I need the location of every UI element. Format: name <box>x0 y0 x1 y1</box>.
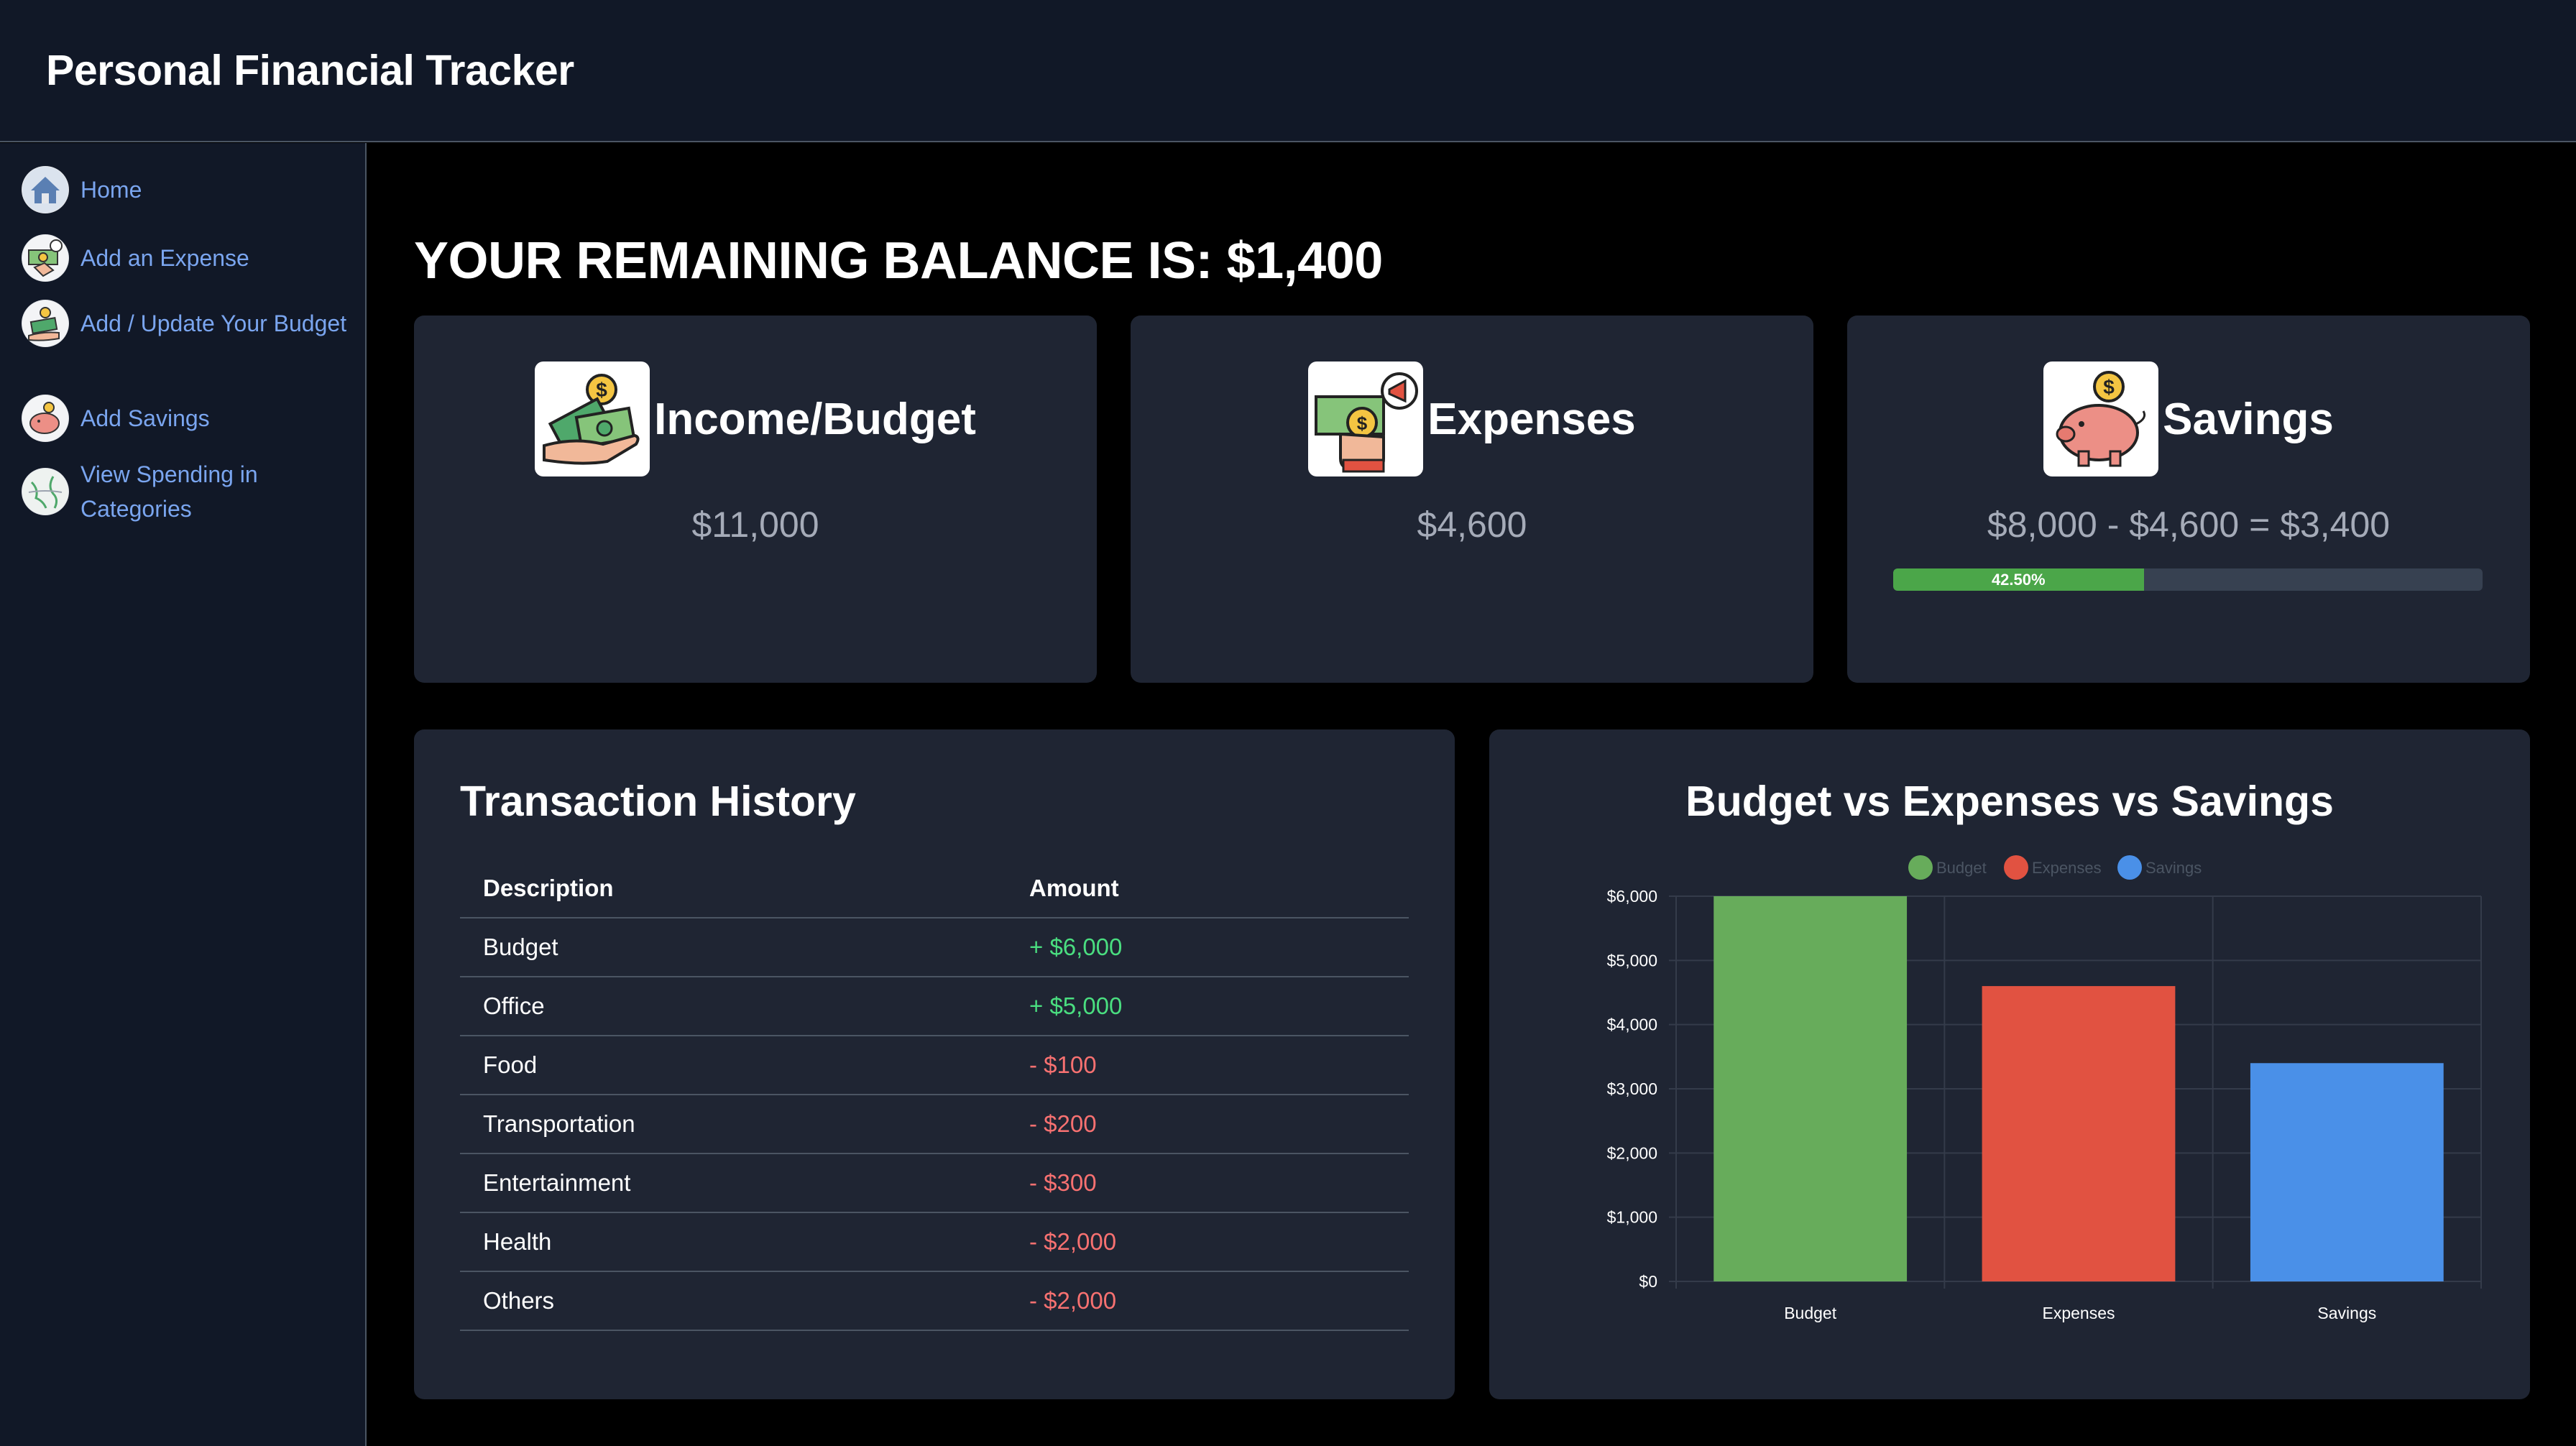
transaction-history-card: Transaction History Description Amount B… <box>414 729 1455 1399</box>
legend-label: Savings <box>2145 859 2202 877</box>
expenses-title: Expenses <box>1427 394 1636 444</box>
y-tick-label: $6,000 <box>1607 887 1657 906</box>
savings-progress-label: 42.50% <box>1991 570 2046 589</box>
bar-chart: $0 $1,000 $2,000 $3,000 $4,000 $5,000 $6,000 Bu… <box>1607 855 2482 1322</box>
transaction-history-title: Transaction History <box>460 778 856 825</box>
sidebar-item-label: Add Savings <box>80 405 210 431</box>
remaining-balance-heading: YOUR REMAINING BALANCE IS: $1,400 <box>414 232 1383 290</box>
transaction-description: Entertainment <box>460 1153 1006 1213</box>
expenses-card: $ Expenses $4,600 <box>1131 316 1813 683</box>
money-hand-icon: $ <box>535 362 650 476</box>
transaction-description: Others <box>460 1271 1006 1331</box>
transaction-amount: + $6,000 <box>1006 918 1409 977</box>
y-tick-label: $3,000 <box>1607 1079 1657 1098</box>
sidebar-item-home[interactable]: Home <box>22 166 354 213</box>
sidebar-item-label: View Spending in Categories <box>80 461 258 522</box>
budget-icon <box>22 300 69 347</box>
legend-label: Budget <box>1936 859 1987 877</box>
bar-expenses <box>1982 986 2176 1281</box>
table-header-row: Description Amount <box>460 859 1409 918</box>
legend-swatch <box>1908 855 1933 880</box>
savings-progress-fill: 42.50% <box>1893 568 2144 591</box>
transaction-description: Health <box>460 1212 1006 1272</box>
x-tick-label: Savings <box>2317 1304 2376 1322</box>
home-icon <box>22 166 69 213</box>
savings-card: $ Savings $8,000 - $4,600 = $3,400 42.50… <box>1847 316 2530 683</box>
sidebar-item-label: Home <box>80 177 142 203</box>
app-header: Personal Financial Tracker <box>0 0 2576 142</box>
transaction-amount: - $300 <box>1006 1153 1409 1213</box>
transaction-description: Food <box>460 1036 1006 1095</box>
sidebar-item-label: Add / Update Your Budget <box>80 310 347 336</box>
piggy-bank-icon <box>22 395 69 442</box>
map-icon <box>22 468 69 515</box>
y-tick-label: $5,000 <box>1607 951 1657 970</box>
table-row: Office + $5,000 <box>460 977 1409 1036</box>
legend-swatch <box>2117 855 2142 880</box>
bar-budget <box>1714 896 1908 1281</box>
y-tick-label: $2,000 <box>1607 1143 1657 1162</box>
bar-savings <box>2250 1063 2444 1281</box>
y-tick-label: $1,000 <box>1607 1208 1657 1227</box>
transaction-amount: + $5,000 <box>1006 977 1409 1036</box>
sidebar-item-add-savings[interactable]: Add Savings <box>22 395 354 442</box>
svg-text:$: $ <box>1357 413 1368 434</box>
budget-chart-card: Budget vs Expenses vs Savings $0 $1,000 $2… <box>1489 729 2530 1399</box>
income-value: $11,000 <box>691 505 819 545</box>
transaction-amount: - $2,000 <box>1006 1212 1409 1272</box>
transaction-description: Transportation <box>460 1095 1006 1154</box>
transaction-amount: - $2,000 <box>1006 1271 1409 1331</box>
savings-value: $8,000 - $4,600 = $3,400 <box>1987 505 2391 545</box>
savings-title: Savings <box>2163 394 2334 444</box>
transaction-amount: - $100 <box>1006 1036 1409 1095</box>
table-row: Food - $100 <box>460 1036 1409 1095</box>
sidebar-item-budget[interactable]: Add / Update Your Budget <box>22 300 354 347</box>
sidebar: Home Add an Expense Add / Update Your Bu… <box>0 143 367 1446</box>
legend-swatch <box>2004 855 2028 880</box>
table-row: Transportation - $200 <box>460 1095 1409 1154</box>
megaphone-money-icon: $ <box>1308 362 1424 476</box>
sidebar-item-add-expense[interactable]: Add an Expense <box>22 234 354 282</box>
transaction-description: Budget <box>460 918 1006 977</box>
transaction-description: Office <box>460 977 1006 1036</box>
sidebar-item-spending-categories[interactable]: View Spending in Categories <box>22 457 354 526</box>
x-tick-label: Budget <box>1784 1304 1837 1322</box>
table-row: Health - $2,000 <box>460 1212 1409 1272</box>
expenses-value: $4,600 <box>1417 505 1527 545</box>
x-tick-label: Expenses <box>2042 1304 2115 1322</box>
money-hand-icon <box>22 234 69 282</box>
legend-label: Expenses <box>2032 859 2102 877</box>
column-header-amount: Amount <box>1006 859 1409 918</box>
y-tick-label: $0 <box>1639 1272 1657 1291</box>
table-row: Others - $2,000 <box>460 1271 1409 1331</box>
column-header-description: Description <box>460 859 1006 918</box>
table-row: Entertainment - $300 <box>460 1153 1409 1213</box>
table-row: Budget + $6,000 <box>460 918 1409 977</box>
piggy-bank-icon: $ <box>2043 362 2159 476</box>
transaction-table: Description Amount Budget + $6,000 Office +… <box>460 859 1409 1331</box>
sidebar-item-label: Add an Expense <box>80 245 249 271</box>
income-card: $ Income/Budget $11,000 <box>414 316 1097 683</box>
y-tick-label: $4,000 <box>1607 1016 1657 1034</box>
savings-progress-bar: 42.50% <box>1893 568 2483 591</box>
svg-text:$: $ <box>2103 376 2115 398</box>
transaction-amount: - $200 <box>1006 1095 1409 1154</box>
app-title: Personal Financial Tracker <box>46 47 574 94</box>
income-title: Income/Budget <box>654 394 976 444</box>
